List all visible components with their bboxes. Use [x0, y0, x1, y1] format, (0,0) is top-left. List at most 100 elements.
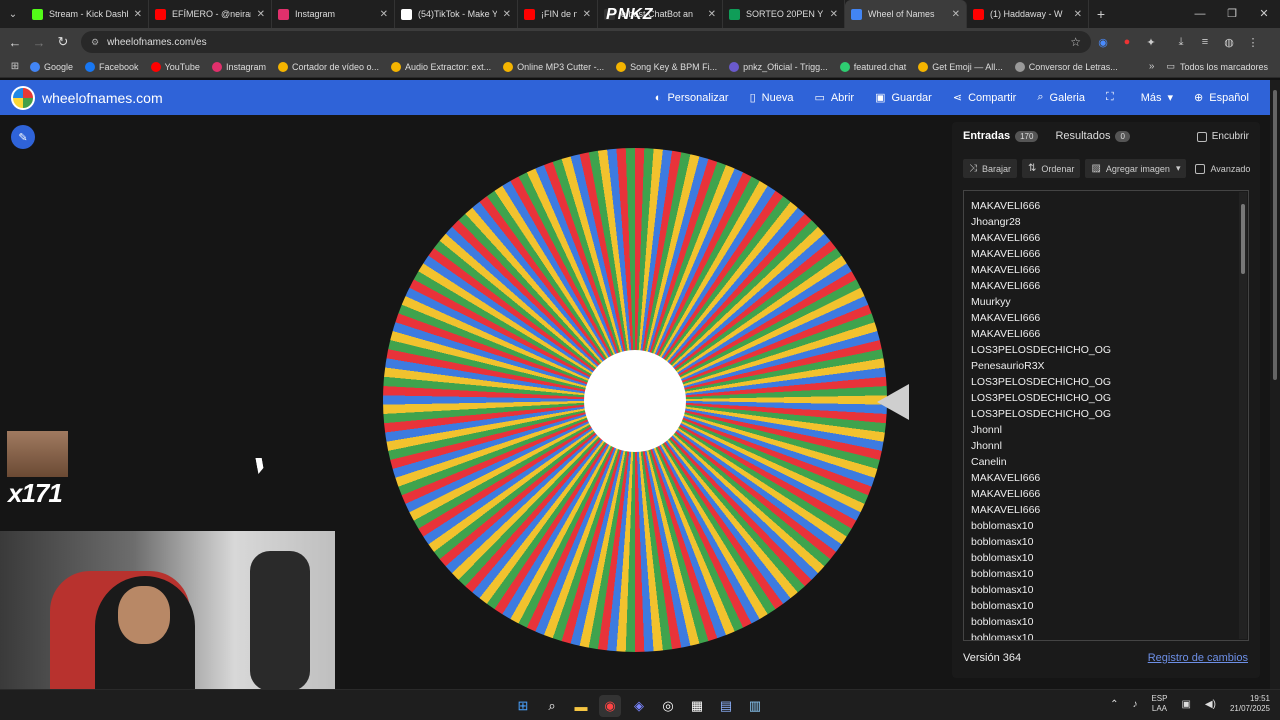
browser-tab[interactable]: (54)TikTok - Make Yo ✕ [395, 0, 518, 28]
entry-line[interactable]: PenesaurioR3X [971, 358, 1248, 374]
entry-line[interactable]: boblomasx10 [971, 534, 1248, 550]
site-info-icon[interactable]: ⚙ [91, 37, 99, 48]
entry-line[interactable]: MAKAVELI666 [971, 470, 1248, 486]
bookmark-item[interactable]: Get Emoji — All... [918, 61, 1003, 72]
bookmark-star-icon[interactable]: ☆ [1070, 35, 1081, 49]
nav-item[interactable]: ▭ Abrir [814, 91, 854, 105]
bookmark-item[interactable]: Online MP3 Cutter -... [503, 61, 604, 72]
volume-icon[interactable]: ◀) [1205, 699, 1216, 710]
back-icon[interactable]: ← [3, 35, 27, 50]
reload-icon[interactable]: ↻ [51, 34, 75, 50]
entry-line[interactable]: MAKAVELI666 [971, 486, 1248, 502]
entries-scrollbar[interactable] [1239, 192, 1247, 639]
add-image-button[interactable]: ▨ Agregar imagen ▾ [1085, 159, 1187, 178]
close-tab-icon[interactable]: ✕ [583, 9, 591, 20]
start-windows-icon[interactable]: ⊞ [512, 695, 534, 717]
entry-line[interactable]: boblomasx10 [971, 598, 1248, 614]
entry-line[interactable]: MAKAVELI666 [971, 502, 1248, 518]
nav-item[interactable]: ⌕ Galeria [1037, 91, 1085, 104]
close-icon[interactable]: ✕ [1248, 0, 1280, 28]
download-icon[interactable]: ⤓ [1169, 36, 1193, 49]
checkbox-icon[interactable] [1195, 163, 1206, 174]
entries-textarea[interactable]: MAKAVELI666 Jhoangr28 MAKAVELI666 MAKAVELI6… [963, 190, 1249, 641]
extension-icon[interactable]: ◉ [1091, 36, 1115, 49]
nav-item[interactable]: ◐ Personalizar [655, 92, 729, 104]
profile-avatar-icon[interactable]: ◍ [1217, 36, 1241, 49]
entry-line[interactable]: LOS3PELOSDECHICHO_OG [971, 342, 1248, 358]
entry-line[interactable]: boblomasx10 [971, 566, 1248, 582]
obs-icon[interactable]: ◎ [657, 695, 679, 717]
bookmark-item[interactable]: Instagram [211, 61, 266, 72]
shuffle-button[interactable]: ⤨ Barajar [963, 159, 1018, 178]
page-scrollbar[interactable] [1270, 80, 1280, 689]
clock[interactable]: 19:51 21/07/2025 [1230, 694, 1270, 714]
entry-line[interactable]: MAKAVELI666 [971, 246, 1248, 262]
file-explorer-icon[interactable]: ▬ [570, 695, 592, 717]
site-logo[interactable] [11, 85, 35, 110]
site-brand[interactable]: wheelofnames.com [42, 90, 163, 106]
checkbox-icon[interactable] [1196, 131, 1207, 142]
spinning-wheel[interactable] [383, 148, 887, 652]
close-tab-icon[interactable]: ✕ [257, 9, 265, 20]
browser-menu-icon[interactable]: ⋮ [1241, 36, 1265, 49]
network-icon[interactable]: ▣ [1181, 699, 1190, 710]
nav-item[interactable]: ⛶ [1106, 91, 1120, 104]
browser-tab[interactable]: Stream - Kick Dashbo✕ [26, 0, 149, 28]
browser-tab[interactable]: Wheel of Names ✕ [845, 0, 967, 28]
browser-tab[interactable]: SORTEO 20PEN Y MC✕ [723, 0, 845, 28]
entry-line[interactable]: Canelin [971, 454, 1248, 470]
media-controls-icon[interactable]: ≡ [1193, 36, 1217, 48]
bookmark-item[interactable]: YouTube [150, 61, 200, 72]
all-bookmarks-folder[interactable]: ▭ Todos los marcadores [1166, 61, 1268, 72]
entry-line[interactable]: LOS3PELOSDECHICHO_OG [971, 406, 1248, 422]
browser-tab[interactable]: ¡FIN de novel✕ [518, 0, 598, 28]
restore-icon[interactable]: ❐ [1216, 0, 1248, 28]
calculator-icon[interactable]: ▤ [715, 695, 737, 717]
language-indicator[interactable]: ESP [1151, 694, 1167, 704]
tray-overflow-icon[interactable]: ⌃ [1110, 699, 1118, 710]
bookmark-item[interactable]: Conversor de Letras... [1014, 61, 1118, 72]
bookmark-item[interactable]: Google [30, 61, 73, 72]
close-tab-icon[interactable]: ✕ [134, 9, 142, 20]
tab-entries[interactable]: Entradas 170 [963, 130, 1039, 142]
address-bar[interactable]: ⚙ wheelofnames.com/es ☆ [81, 31, 1091, 53]
browser-tab[interactable]: Instagram ✕ [272, 0, 395, 28]
close-tab-icon[interactable]: ✕ [1074, 9, 1082, 20]
close-tab-icon[interactable]: ✕ [952, 9, 960, 20]
minimize-icon[interactable]: — [1184, 0, 1216, 28]
entry-line[interactable]: LOS3PELOSDECHICHO_OG [971, 374, 1248, 390]
entry-line[interactable]: boblomasx10 [971, 518, 1248, 534]
tab-results[interactable]: Resultados 0 [1055, 130, 1130, 142]
browser-tab[interactable]: EFÍMERO - @neiramu✕ [149, 0, 272, 28]
advanced-checkbox[interactable]: Avanzado [1195, 163, 1250, 174]
bookmark-item[interactable]: pnkz_Oficial - Trigg... [729, 61, 828, 72]
nav-item[interactable]: ⋖ Compartir [953, 91, 1017, 105]
chrome-icon[interactable]: ◉ [599, 695, 621, 717]
bookmark-item[interactable]: Cortador de vídeo o... [277, 61, 379, 72]
entry-line[interactable]: MAKAVELI666 [971, 230, 1248, 246]
entry-line[interactable]: Muurkyy [971, 294, 1248, 310]
changelog-link[interactable]: Registro de cambios [1148, 652, 1248, 664]
forward-icon[interactable]: → [27, 35, 51, 50]
extensions-puzzle-icon[interactable]: ✦ [1139, 36, 1163, 49]
nav-item[interactable]: Más ▾ [1141, 91, 1173, 105]
sort-button[interactable]: ⇅ Ordenar [1022, 159, 1081, 178]
nav-item[interactable]: ▣ Guardar [875, 91, 932, 105]
microphone-icon[interactable]: ♪ [1132, 699, 1137, 710]
entry-line[interactable]: boblomasx10 [971, 582, 1248, 598]
entry-line[interactable]: MAKAVELI666 [971, 310, 1248, 326]
bookmark-item[interactable]: Facebook [85, 61, 139, 72]
discord-icon[interactable]: ◈ [628, 695, 650, 717]
nav-item[interactable]: ⊕ Español [1194, 91, 1249, 105]
bookmark-item[interactable]: featured.chat [839, 61, 906, 72]
entry-line[interactable]: MAKAVELI666 [971, 198, 1248, 214]
bookmark-item[interactable]: Song Key & BPM Fi... [616, 61, 717, 72]
edit-pencil-icon[interactable]: ✎ [11, 125, 35, 149]
entry-line[interactable]: LOS3PELOSDECHICHO_OG [971, 390, 1248, 406]
entry-line[interactable]: Jhonnl [971, 422, 1248, 438]
tab-search-icon[interactable]: ⌄ [0, 0, 26, 28]
entry-line[interactable]: MAKAVELI666 [971, 278, 1248, 294]
wheel-center[interactable] [584, 350, 686, 452]
close-tab-icon[interactable]: ✕ [503, 9, 511, 20]
close-tab-icon[interactable]: ✕ [830, 9, 838, 20]
